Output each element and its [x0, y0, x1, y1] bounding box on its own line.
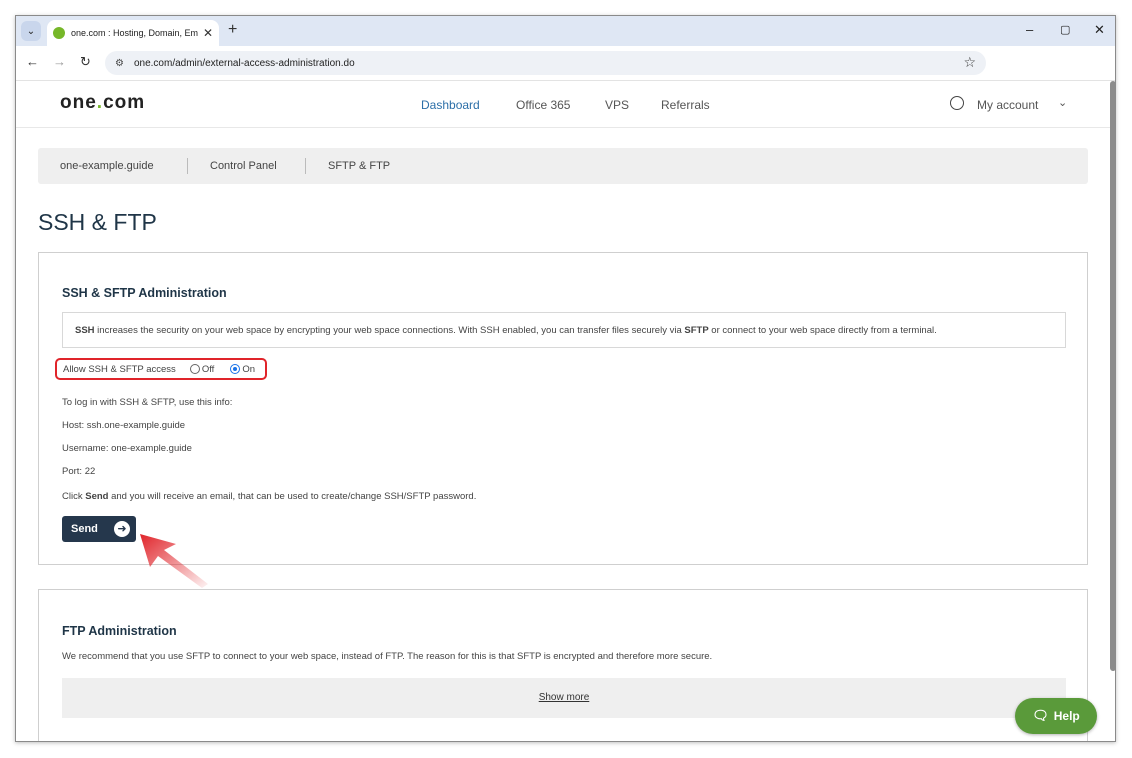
url-text: one.com/admin/external-access-administra… — [133, 57, 355, 69]
radio-off-option[interactable]: Off — [189, 363, 215, 375]
send-instruction: Click Send and you will receive an email… — [62, 491, 476, 502]
help-label: Help — [1053, 709, 1080, 723]
send-button[interactable]: Send ➜ — [62, 516, 136, 542]
browser-window: ⌄ one.com : Hosting, Domain, Em ✕ + – ▢ … — [15, 15, 1116, 742]
breadcrumb-control-panel[interactable]: Control Panel — [210, 160, 277, 172]
nav-referrals[interactable]: Referrals — [661, 98, 710, 112]
nav-vps[interactable]: VPS — [605, 98, 629, 112]
radio-on-icon[interactable] — [230, 364, 241, 374]
info-sftp-bold: SFTP — [684, 325, 709, 336]
access-label: Allow SSH & SFTP access — [63, 363, 176, 375]
port-info: Port: 22 — [62, 466, 96, 477]
show-more-panel: Show more — [62, 678, 1066, 718]
tab-title: one.com : Hosting, Domain, Em — [71, 28, 199, 38]
account-icon[interactable] — [950, 96, 964, 110]
one-com-logo[interactable]: one.com — [60, 92, 145, 114]
minimize-button[interactable]: – — [1026, 22, 1033, 37]
site-settings-icon[interactable]: ⚙ — [115, 58, 124, 69]
ftp-card-title: FTP Administration — [62, 624, 177, 638]
my-account-link[interactable]: My account — [977, 98, 1038, 112]
site-header: one.com Dashboard Office 365 VPS Referra… — [16, 81, 1115, 128]
login-intro: To log in with SSH & SFTP, use this info… — [62, 397, 233, 408]
page-title: SSH & FTP — [38, 209, 157, 235]
host-info: Host: ssh.one-example.guide — [62, 420, 186, 431]
send-button-label: Send — [71, 523, 98, 535]
close-window-button[interactable]: ✕ — [1094, 22, 1105, 38]
send-note-post: and you will receive an email, that can … — [108, 491, 477, 502]
breadcrumb: one-example.guide Control Panel SFTP & F… — [38, 148, 1088, 184]
ftp-recommendation-text: We recommend that you use SFTP to connec… — [62, 651, 713, 662]
help-button[interactable]: 🗨 Help — [1015, 698, 1097, 734]
bookmark-star-icon[interactable]: ☆ — [963, 54, 976, 71]
back-arrow-icon[interactable]: ← — [26, 54, 39, 69]
breadcrumb-sftp-ftp: SFTP & FTP — [328, 160, 391, 172]
chat-bubble-icon: 🗨 — [1032, 708, 1049, 723]
tab-close-icon[interactable]: ✕ — [203, 26, 213, 40]
breadcrumb-domain[interactable]: one-example.guide — [60, 160, 154, 172]
ssh-sftp-card: SSH & SFTP Administration SSH increases … — [38, 252, 1088, 565]
breadcrumb-divider — [305, 158, 306, 174]
ssh-info-box: SSH increases the security on your web s… — [62, 312, 1066, 348]
info-text-part-2: or connect to your web space directly fr… — [708, 325, 937, 336]
scrollbar[interactable] — [1110, 81, 1115, 671]
address-bar[interactable]: ⚙ one.com/admin/external-access-administ… — [105, 51, 986, 75]
radio-on-label: On — [242, 363, 255, 375]
radio-off-icon[interactable] — [189, 364, 200, 374]
favicon-icon — [53, 27, 65, 39]
info-ssh-bold: SSH — [75, 325, 95, 336]
reload-icon[interactable]: ↻ — [80, 54, 91, 70]
logo-text-com: com — [103, 92, 146, 113]
send-note-pre: Click — [62, 491, 86, 502]
tab-search-chevron-icon[interactable]: ⌄ — [21, 21, 41, 41]
tab-strip: ⌄ one.com : Hosting, Domain, Em ✕ + – ▢ … — [16, 16, 1115, 46]
browser-tab[interactable]: one.com : Hosting, Domain, Em ✕ — [47, 20, 219, 46]
new-tab-button[interactable]: + — [228, 21, 237, 39]
nav-office-365[interactable]: Office 365 — [516, 98, 570, 112]
maximize-button[interactable]: ▢ — [1060, 23, 1070, 36]
ssh-access-toggle-row: Allow SSH & SFTP access Off On — [55, 358, 267, 380]
arrow-right-icon: ➜ — [114, 521, 130, 537]
browser-toolbar: ← → ↻ ⚙ one.com/admin/external-access-ad… — [16, 46, 1115, 81]
chevron-down-icon[interactable]: ⌄ — [1058, 96, 1067, 109]
logo-text-one: one — [60, 92, 97, 113]
radio-on-option[interactable]: On — [230, 364, 255, 375]
ftp-card: FTP Administration We recommend that you… — [38, 589, 1088, 741]
show-more-link[interactable]: Show more — [62, 692, 1066, 703]
nav-dashboard[interactable]: Dashboard — [421, 98, 480, 112]
forward-arrow-icon[interactable]: → — [53, 54, 66, 69]
breadcrumb-divider — [187, 158, 188, 174]
info-text-part-1: increases the security on your web space… — [94, 325, 685, 336]
ssh-card-title: SSH & SFTP Administration — [62, 286, 227, 300]
radio-off-label: Off — [201, 363, 215, 375]
send-note-bold: Send — [85, 491, 109, 502]
username-info: Username: one-example.guide — [62, 443, 192, 454]
